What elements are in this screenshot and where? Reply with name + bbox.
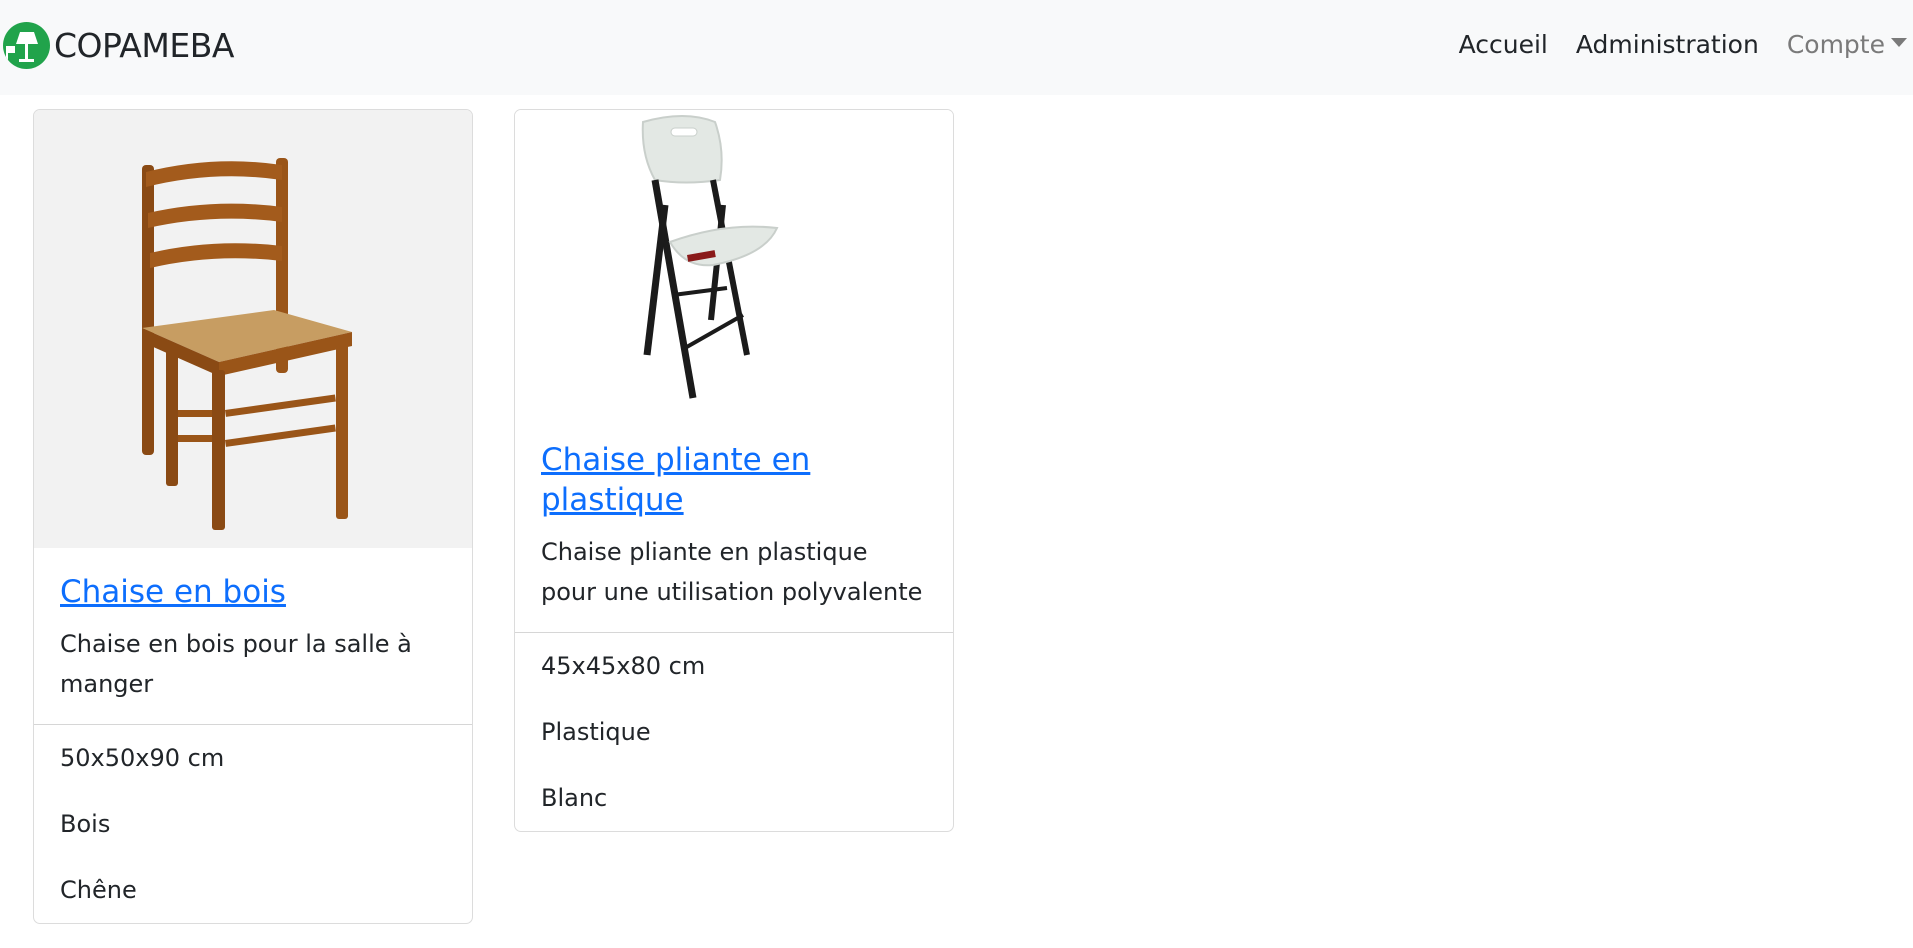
brand-name: COPAMEBA: [54, 26, 234, 65]
spec-material: Plastique: [541, 718, 651, 746]
nav-link-accueil[interactable]: Accueil: [1459, 30, 1548, 59]
product-title-link[interactable]: Chaise pliante en plastique: [541, 440, 927, 520]
product-specs-list: 50x50x90 cm Bois Chêne: [34, 724, 472, 923]
product-specs-list: 45x45x80 cm Plastique Blanc: [515, 632, 953, 831]
nav-dropdown-label: Compte: [1786, 30, 1885, 59]
nav-link-administration[interactable]: Administration: [1576, 30, 1759, 59]
product-card: Chaise en bois Chaise en bois pour la sa…: [33, 109, 473, 924]
nav-dropdown-compte[interactable]: Compte: [1787, 30, 1907, 59]
product-title-link[interactable]: Chaise en bois: [60, 572, 286, 612]
spec-dimensions: 45x45x80 cm: [541, 652, 706, 680]
nav-links: Accueil Administration Compte: [1431, 30, 1907, 59]
lamp-logo-icon: [3, 22, 50, 69]
product-description: Chaise pliante en plastique pour une uti…: [541, 538, 923, 606]
wooden-chair-image: [34, 110, 472, 548]
spec-color: Blanc: [541, 784, 608, 812]
caret-down-icon: [1891, 38, 1907, 47]
spec-color: Chêne: [60, 876, 137, 904]
brand-link[interactable]: COPAMEBA: [3, 22, 234, 69]
product-description: Chaise en bois pour la salle à manger: [60, 630, 412, 698]
spec-material: Bois: [60, 810, 111, 838]
navbar: COPAMEBA Accueil Administration Compte: [0, 0, 1913, 95]
card-body: Chaise en bois Chaise en bois pour la sa…: [34, 548, 472, 724]
spec-dimensions: 50x50x90 cm: [60, 744, 225, 772]
folding-chair-image: [515, 110, 953, 416]
product-card: Chaise pliante en plastique Chaise plian…: [514, 109, 954, 832]
card-body: Chaise pliante en plastique Chaise plian…: [515, 416, 953, 632]
